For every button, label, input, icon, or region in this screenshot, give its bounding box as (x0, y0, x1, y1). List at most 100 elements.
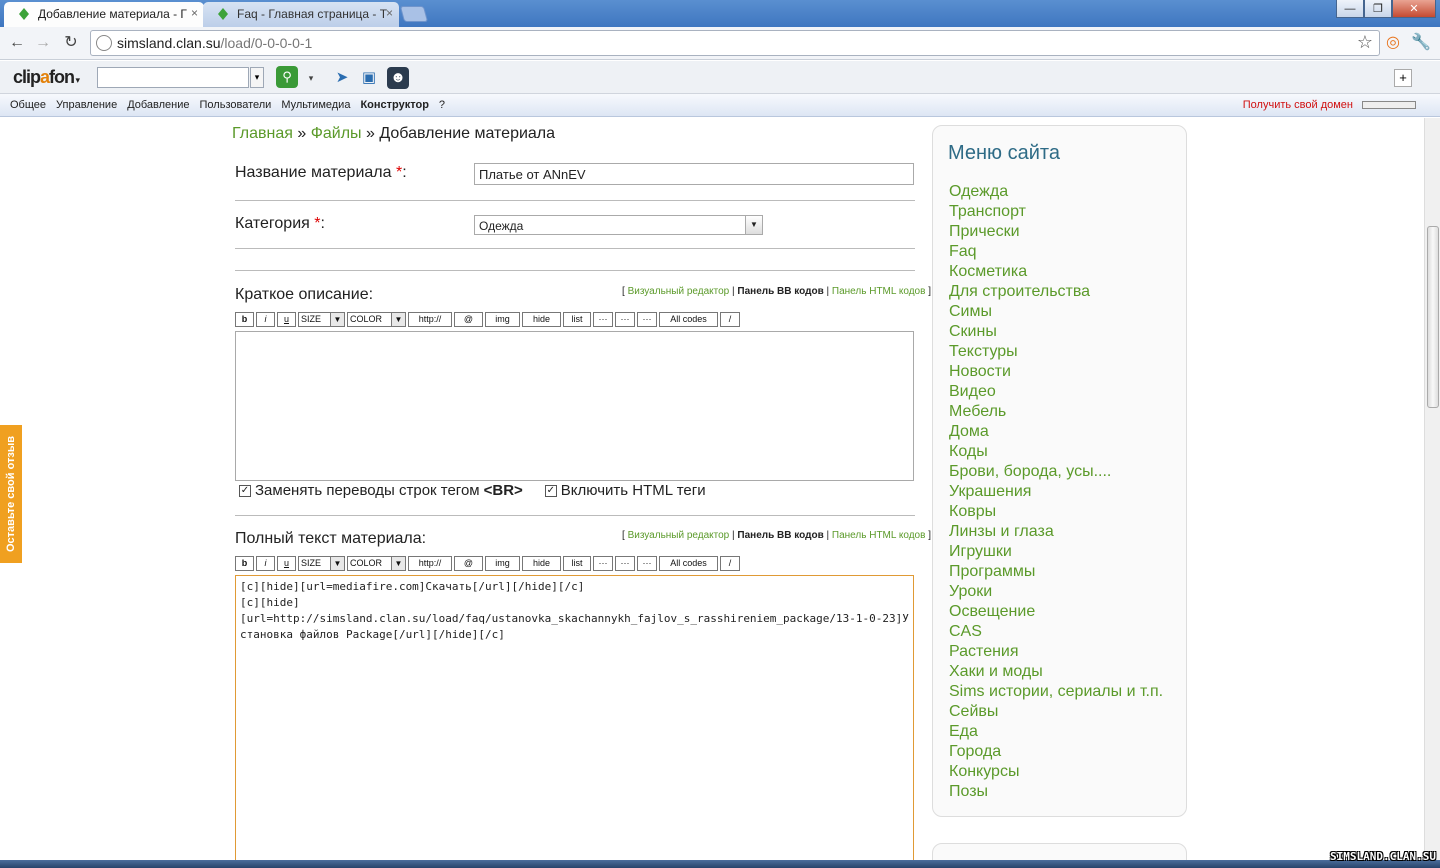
color-select[interactable]: COLOR ▼ (347, 556, 406, 571)
admin-menu-item[interactable]: Добавление (127, 99, 189, 111)
wrench-icon[interactable]: 🔧 (1411, 33, 1431, 53)
paper-plane-icon[interactable]: ➤ (331, 67, 353, 89)
site-menu-item[interactable]: Игрушки (949, 542, 1163, 562)
bold-button[interactable]: b (235, 312, 254, 327)
admin-menu-item[interactable]: Пользователи (200, 99, 272, 111)
chevron-down-icon[interactable]: ▾ (250, 67, 264, 88)
back-arrow-icon[interactable]: ← (6, 32, 28, 54)
browser-tab-active[interactable]: Добавление материала - Г × (4, 2, 204, 27)
img-button[interactable]: img (485, 312, 520, 327)
visual-editor-link[interactable]: Визуальный редактор (628, 286, 730, 297)
email-button[interactable]: @ (454, 312, 483, 327)
address-bar[interactable]: simsland.clan.su/load/0-0-0-0-1 ☆ (90, 30, 1380, 56)
bb-panel-link[interactable]: Панель BB кодов (737, 286, 823, 297)
bold-button[interactable]: b (235, 556, 254, 571)
site-menu-item[interactable]: Одежда (949, 182, 1163, 202)
visual-editor-link[interactable]: Визуальный редактор (628, 530, 730, 541)
search-icon[interactable]: ⚲ (276, 66, 298, 88)
spoiler-button[interactable]: ··· (637, 312, 657, 327)
site-menu-item[interactable]: Сейвы (949, 702, 1163, 722)
robot-face-icon[interactable]: ☻ (387, 67, 409, 89)
site-menu-item[interactable]: Прически (949, 222, 1163, 242)
plus-icon[interactable]: + (1394, 69, 1412, 87)
site-menu-item[interactable]: Хаки и моды (949, 662, 1163, 682)
list-button[interactable]: list (563, 556, 591, 571)
site-menu-item[interactable]: Для строительства (949, 282, 1163, 302)
site-menu-item[interactable]: Программы (949, 562, 1163, 582)
clipafon-logo[interactable]: clipafon ▾ (13, 67, 80, 88)
opacity-slider[interactable] (1362, 101, 1416, 109)
site-menu-item[interactable]: Украшения (949, 482, 1163, 502)
all-codes-button[interactable]: All codes (659, 312, 718, 327)
url-button[interactable]: http:// (408, 556, 452, 571)
category-select[interactable]: Одежда ▼ (474, 215, 763, 235)
short-description-textarea[interactable] (235, 331, 914, 481)
site-menu-item[interactable]: Faq (949, 242, 1163, 262)
site-menu-item[interactable]: Новости (949, 362, 1163, 382)
site-menu-item[interactable]: Города (949, 742, 1163, 762)
close-tags-button[interactable]: / (720, 312, 740, 327)
extension-ring-icon[interactable]: ◎ (1383, 33, 1403, 53)
hide-button[interactable]: hide (522, 312, 561, 327)
underline-button[interactable]: u (277, 312, 296, 327)
close-tags-button[interactable]: / (720, 556, 740, 571)
img-button[interactable]: img (485, 556, 520, 571)
site-menu-item[interactable]: Косметика (949, 262, 1163, 282)
scrollbar-thumb[interactable] (1427, 226, 1439, 408)
full-text-textarea[interactable]: [c][hide][url=mediafire.com]Скачать[/url… (235, 575, 914, 860)
size-select[interactable]: SIZE ▼ (298, 312, 345, 327)
forward-arrow-icon[interactable]: → (32, 32, 54, 54)
clipafon-search-input[interactable] (97, 67, 249, 88)
get-domain-link[interactable]: Получить свой домен (1243, 99, 1353, 111)
html-checkbox[interactable]: ✓ (544, 484, 557, 497)
admin-menu-item[interactable]: Конструктор (360, 99, 428, 111)
title-input[interactable]: Платье от ANnEV (474, 163, 914, 185)
list-button[interactable]: list (563, 312, 591, 327)
page-scrollbar[interactable] (1424, 118, 1440, 860)
underline-button[interactable]: u (277, 556, 296, 571)
italic-button[interactable]: i (256, 556, 275, 571)
site-menu-item[interactable]: Конкурсы (949, 762, 1163, 782)
site-menu-item[interactable]: Симы (949, 302, 1163, 322)
quote-button[interactable]: ··· (593, 312, 613, 327)
code-button[interactable]: ··· (615, 312, 635, 327)
site-menu-item[interactable]: Позы (949, 782, 1163, 802)
color-select[interactable]: COLOR ▼ (347, 312, 406, 327)
spoiler-button[interactable]: ··· (637, 556, 657, 571)
bookmark-star-icon[interactable]: ☆ (1357, 32, 1373, 53)
br-checkbox[interactable]: ✓ (239, 484, 251, 497)
site-menu-item[interactable]: Растения (949, 642, 1163, 662)
chevron-down-icon[interactable]: ▼ (745, 216, 762, 234)
admin-menu-item[interactable]: Общее (10, 99, 46, 111)
admin-menu-item[interactable]: Управление (56, 99, 117, 111)
site-menu-item[interactable]: Ковры (949, 502, 1163, 522)
italic-button[interactable]: i (256, 312, 275, 327)
site-menu-item[interactable]: Линзы и глаза (949, 522, 1163, 542)
html-panel-link[interactable]: Панель HTML кодов (832, 286, 926, 297)
site-menu-item[interactable]: Текстуры (949, 342, 1163, 362)
floppy-disk-icon[interactable]: ▣ (358, 67, 380, 89)
admin-menu-help[interactable]: ? (439, 99, 445, 111)
maximize-icon[interactable]: ❐ (1364, 0, 1392, 18)
new-tab-button[interactable] (399, 6, 429, 22)
site-menu-item[interactable]: Видео (949, 382, 1163, 402)
feedback-tab[interactable]: Оставьте свой отзыв (0, 425, 22, 563)
all-codes-button[interactable]: All codes (659, 556, 718, 571)
site-menu-item[interactable]: Дома (949, 422, 1163, 442)
site-menu-item[interactable]: Транспорт (949, 202, 1163, 222)
close-window-icon[interactable]: ✕ (1392, 0, 1436, 18)
close-tab-icon[interactable]: × (386, 6, 393, 20)
close-tab-icon[interactable]: × (191, 6, 198, 20)
site-menu-item[interactable]: Мебель (949, 402, 1163, 422)
reload-icon[interactable]: ↻ (60, 32, 82, 54)
hide-button[interactable]: hide (522, 556, 561, 571)
breadcrumb-files[interactable]: Файлы (311, 125, 362, 142)
url-button[interactable]: http:// (408, 312, 452, 327)
quote-button[interactable]: ··· (593, 556, 613, 571)
site-menu-item[interactable]: Уроки (949, 582, 1163, 602)
chevron-down-icon[interactable]: ▾ (300, 67, 322, 89)
site-menu-item[interactable]: Sims истории, сериалы и т.п. (949, 682, 1163, 702)
minimize-icon[interactable]: — (1336, 0, 1364, 18)
bb-panel-link[interactable]: Панель BB кодов (737, 530, 823, 541)
site-menu-item[interactable]: Скины (949, 322, 1163, 342)
